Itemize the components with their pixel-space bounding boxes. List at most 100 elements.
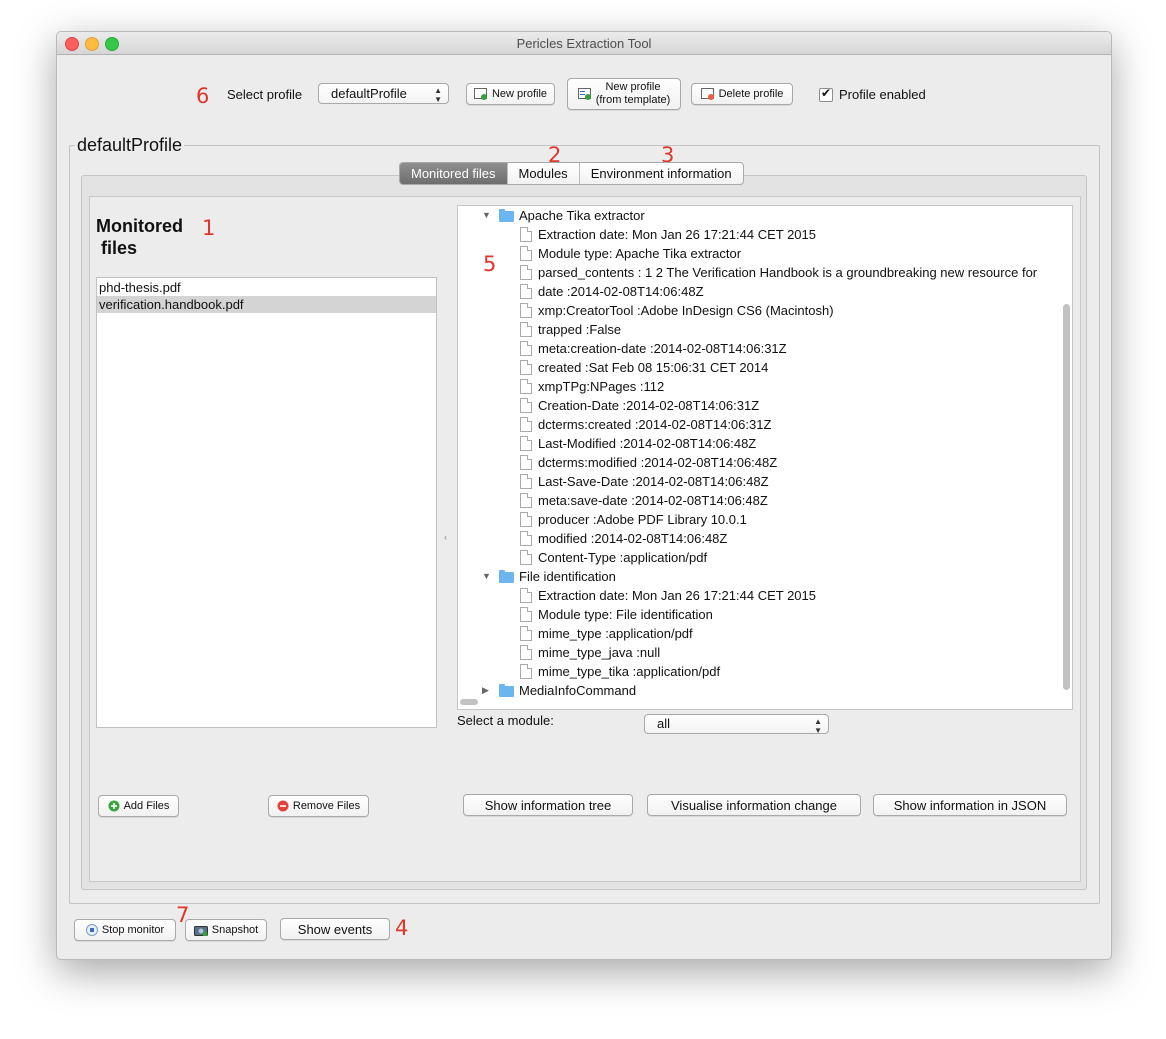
tree-leaf-node[interactable]: Extraction date: Mon Jan 26 17:21:44 CET…	[520, 586, 816, 605]
tab-bar: Monitored files Modules Environment info…	[399, 162, 744, 185]
add-files-button[interactable]: Add Files	[98, 795, 179, 817]
app-window: Pericles Extraction Tool 6 Select profil…	[56, 31, 1112, 960]
new-profile-button[interactable]: New profile	[466, 83, 555, 105]
tree-leaf-node[interactable]: modified :2014-02-08T14:06:48Z	[520, 529, 727, 548]
tree-leaf-node[interactable]: producer :Adobe PDF Library 10.0.1	[520, 510, 747, 529]
expanded-triangle-icon[interactable]: ▼	[482, 206, 491, 225]
template-icon	[577, 88, 591, 100]
tree-leaf-node[interactable]: Creation-Date :2014-02-08T14:06:31Z	[520, 396, 759, 415]
tree-leaf-node[interactable]: Extraction date: Mon Jan 26 17:21:44 CET…	[520, 225, 816, 244]
folder-icon	[499, 209, 514, 222]
tree-leaf-node[interactable]: mime_type_java :null	[520, 643, 660, 662]
profile-enabled-checkbox[interactable]: ✔ Profile enabled	[819, 86, 926, 102]
document-icon	[520, 284, 532, 299]
tree-folder-node[interactable]: ▼ Apache Tika extractor	[482, 206, 645, 225]
tab-environment-information[interactable]: Environment information	[580, 163, 743, 184]
tab-modules[interactable]: Modules	[508, 163, 580, 184]
tree-node-label: Last-Save-Date :2014-02-08T14:06:48Z	[538, 474, 769, 489]
file-list-item-selected[interactable]: verification.handbook.pdf	[97, 296, 436, 313]
information-tree[interactable]: ▼ Apache Tika extractor Extraction date: M…	[457, 205, 1073, 710]
module-select-value: all	[657, 716, 671, 731]
document-icon	[520, 246, 532, 261]
document-icon	[520, 531, 532, 546]
tree-folder-node[interactable]: ▶ MediaInfoCommand	[482, 681, 636, 700]
document-icon	[520, 607, 532, 622]
folder-icon	[499, 570, 514, 583]
tree-node-label: producer :Adobe PDF Library 10.0.1	[538, 512, 747, 527]
tree-folder-node[interactable]: ▼ File identification	[482, 567, 616, 586]
tree-node-label: Content-Type :application/pdf	[538, 550, 708, 565]
delete-profile-button[interactable]: Delete profile	[691, 83, 793, 105]
tree-node-label: Apache Tika extractor	[519, 208, 645, 223]
module-select[interactable]: all ▲ ▼	[644, 714, 829, 735]
heading-line-1: Monitored	[96, 216, 183, 236]
title-bar: Pericles Extraction Tool	[57, 32, 1111, 55]
checkbox-box[interactable]: ✔	[819, 86, 833, 102]
select-module-label: Select a module:	[457, 713, 554, 728]
annotation-1: 1	[202, 216, 216, 240]
tree-leaf-node[interactable]: xmp:CreatorTool :Adobe InDesign CS6 (Mac…	[520, 301, 834, 320]
add-icon	[108, 800, 120, 812]
delete-profile-label: Delete profile	[718, 88, 784, 100]
tree-leaf-node[interactable]: meta:creation-date :2014-02-08T14:06:31Z	[520, 339, 787, 358]
show-information-json-button[interactable]: Show information in JSON	[873, 794, 1067, 816]
tree-node-label: Extraction date: Mon Jan 26 17:21:44 CET…	[538, 227, 816, 242]
stop-monitor-label: Stop monitor	[101, 924, 165, 936]
show-events-button[interactable]: Show events	[280, 918, 390, 940]
tree-leaf-node[interactable]: Last-Save-Date :2014-02-08T14:06:48Z	[520, 472, 769, 491]
tab-monitored-files[interactable]: Monitored files	[400, 163, 508, 184]
tree-leaf-node[interactable]: Last-Modified :2014-02-08T14:06:48Z	[520, 434, 756, 453]
tree-node-label: xmp:CreatorTool :Adobe InDesign CS6 (Mac…	[538, 303, 834, 318]
remove-files-button[interactable]: Remove Files	[268, 795, 369, 817]
collapsed-triangle-icon[interactable]: ▶	[482, 681, 489, 700]
visualise-information-change-button[interactable]: Visualise information change	[647, 794, 861, 816]
split-pane-divider[interactable]: ‹	[444, 532, 447, 542]
document-icon	[520, 227, 532, 242]
new-profile-from-template-button[interactable]: New profile (from template)	[567, 78, 681, 110]
tree-leaf-node[interactable]: Module type: Apache Tika extractor	[520, 244, 741, 263]
document-icon	[520, 360, 532, 375]
tree-leaf-node[interactable]: dcterms:modified :2014-02-08T14:06:48Z	[520, 453, 777, 472]
document-icon	[520, 664, 532, 679]
snapshot-button[interactable]: Snapshot	[185, 919, 267, 941]
tree-leaf-node[interactable]: created :Sat Feb 08 15:06:31 CET 2014	[520, 358, 768, 377]
heading-line-2: files	[101, 238, 138, 258]
new-profile-label: New profile	[491, 88, 548, 100]
document-icon	[520, 474, 532, 489]
tree-leaf-node[interactable]: dcterms:created :2014-02-08T14:06:31Z	[520, 415, 771, 434]
profile-group-title: defaultProfile	[75, 135, 185, 156]
horizontal-scrollbar[interactable]	[460, 699, 478, 705]
tree-node-label: File identification	[519, 569, 616, 584]
tree-node-label: Module type: Apache Tika extractor	[538, 246, 742, 261]
tree-leaf-node[interactable]: xmpTPg:NPages :112	[520, 377, 664, 396]
select-arrows-icon: ▲ ▼	[814, 717, 822, 735]
tree-leaf-node[interactable]: Module type: File identification	[520, 605, 713, 624]
tree-node-label: parsed_contents : 1 2 The Verification H…	[538, 265, 1038, 280]
vertical-scrollbar[interactable]	[1063, 304, 1070, 690]
tree-node-label: created :Sat Feb 08 15:06:31 CET 2014	[538, 360, 769, 375]
monitored-files-list[interactable]: phd-thesis.pdf verification.handbook.pdf	[96, 277, 437, 728]
stop-monitor-button[interactable]: Stop monitor	[74, 919, 176, 941]
tree-node-label: Creation-Date :2014-02-08T14:06:31Z	[538, 398, 760, 413]
tree-leaf-node[interactable]: trapped :False	[520, 320, 621, 339]
tree-leaf-node[interactable]: date :2014-02-08T14:06:48Z	[520, 282, 704, 301]
file-list-item[interactable]: phd-thesis.pdf	[97, 279, 436, 296]
tree-leaf-node[interactable]: parsed_contents : 1 2 The Verification H…	[520, 263, 1037, 282]
profile-select[interactable]: defaultProfile ▲ ▼	[318, 83, 449, 104]
show-information-tree-button[interactable]: Show information tree	[463, 794, 633, 816]
tree-leaf-node[interactable]: mime_type :application/pdf	[520, 624, 693, 643]
tree-node-label: mime_type :application/pdf	[538, 626, 693, 641]
tree-node-label: mime_type_tika :application/pdf	[538, 664, 721, 679]
document-icon	[520, 341, 532, 356]
select-profile-label: Select profile	[227, 87, 303, 102]
expanded-triangle-icon[interactable]: ▼	[482, 567, 491, 586]
tree-leaf-node[interactable]: meta:save-date :2014-02-08T14:06:48Z	[520, 491, 768, 510]
tree-leaf-node[interactable]: Content-Type :application/pdf	[520, 548, 707, 567]
document-icon	[520, 417, 532, 432]
document-icon	[520, 512, 532, 527]
tree-leaf-node[interactable]: mime_type_tika :application/pdf	[520, 662, 720, 681]
stop-icon	[85, 924, 98, 936]
annotation-6: 6	[196, 84, 210, 108]
document-icon	[520, 550, 532, 565]
tree-node-label: date :2014-02-08T14:06:48Z	[538, 284, 704, 299]
